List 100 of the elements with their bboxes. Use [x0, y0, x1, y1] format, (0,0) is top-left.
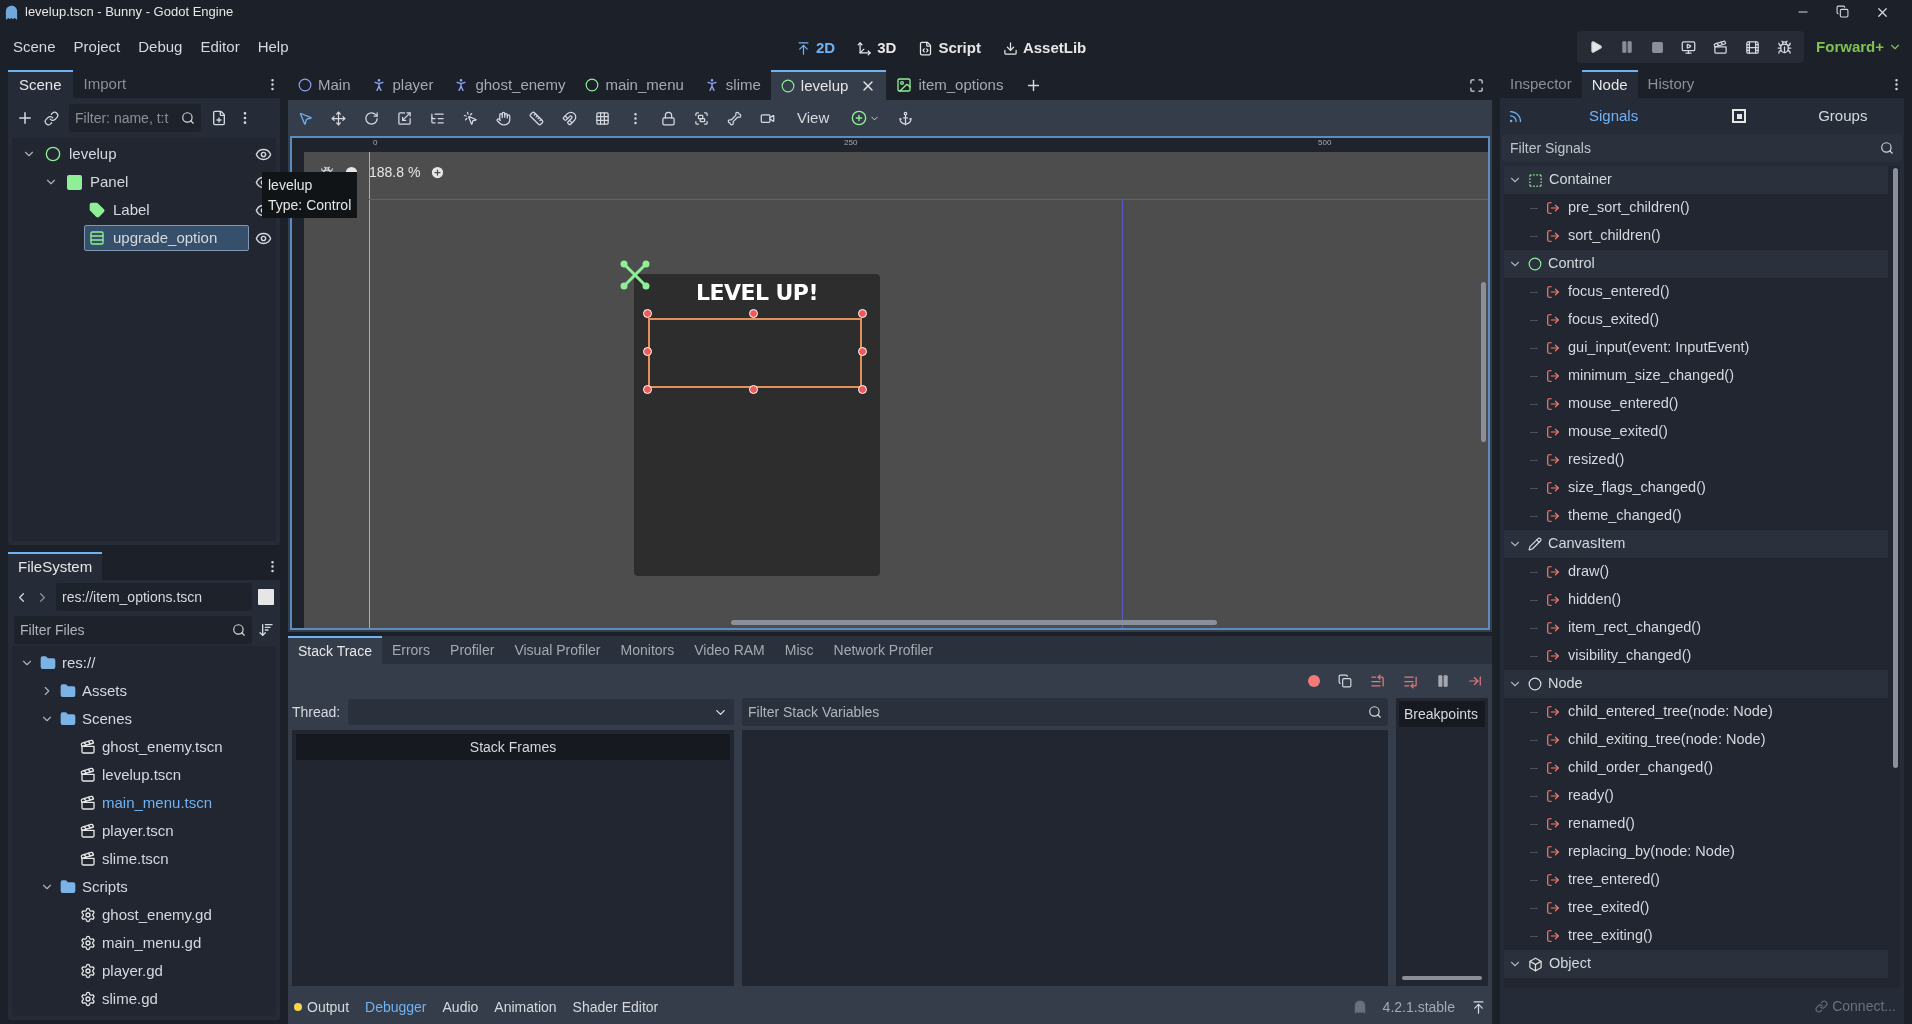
debug-panel-tab[interactable]: Errors [381, 636, 441, 664]
play-icon[interactable] [1589, 40, 1604, 54]
tree-item[interactable]: Panel [62, 169, 249, 195]
signal-item[interactable]: child_exiting_tree(node: Node) [1568, 729, 1766, 751]
stop-icon[interactable] [1651, 40, 1665, 54]
lock-icon[interactable] [661, 110, 676, 126]
menu-item[interactable]: Scene [6, 31, 63, 63]
file-name[interactable]: main_menu.gd [102, 931, 202, 955]
file-name[interactable]: levelup.tscn [102, 763, 182, 787]
file-name[interactable]: Assets [82, 679, 127, 703]
editor-tab[interactable]: levelup [770, 70, 887, 100]
signal-class-row[interactable]: Node [1504, 670, 1888, 698]
signal-item[interactable]: size_flags_changed() [1568, 477, 1706, 499]
signal-item[interactable]: renamed() [1568, 813, 1635, 835]
debug-panel-tab[interactable]: Visual Profiler [504, 636, 611, 664]
play-scene-icon[interactable] [1713, 39, 1729, 55]
move-tool-icon[interactable] [331, 110, 346, 126]
workspace-tab[interactable]: 2D [790, 34, 842, 63]
bottom-panel-tab[interactable]: Audio [442, 996, 479, 1018]
anchor-icon[interactable] [898, 110, 914, 126]
file-name[interactable]: res:// [62, 651, 96, 675]
snap-icon[interactable] [562, 110, 577, 126]
editor-tab[interactable]: slime [693, 70, 771, 100]
record-icon[interactable] [1308, 675, 1320, 687]
bottom-panel-tab[interactable]: Output [294, 996, 350, 1018]
signal-item[interactable]: ready() [1568, 785, 1614, 807]
signal-item[interactable]: visibility_changed() [1568, 645, 1692, 667]
sort-icon[interactable] [258, 622, 274, 638]
selection-rect[interactable] [648, 318, 862, 388]
bottom-panel-tab[interactable]: Animation [494, 996, 557, 1018]
horizontal-scrollbar[interactable] [1402, 976, 1482, 980]
dock-tab[interactable]: FileSystem [8, 552, 103, 580]
copy-icon[interactable] [1338, 674, 1352, 688]
debug-panel-tab[interactable]: Network Profiler [823, 636, 944, 664]
dock-tab[interactable]: Inspector [1500, 70, 1582, 98]
file-name[interactable]: slime.tscn [102, 847, 169, 871]
signal-item[interactable]: tree_exited() [1568, 897, 1650, 919]
dock-tab[interactable]: History [1637, 70, 1705, 98]
signal-item[interactable]: focus_exited() [1568, 309, 1660, 331]
signal-item[interactable]: draw() [1568, 561, 1610, 583]
menu-item[interactable]: Debug [131, 31, 190, 63]
signal-item[interactable]: mouse_exited() [1568, 421, 1668, 443]
scale-tool-icon[interactable] [397, 110, 412, 126]
signal-class-row[interactable]: CanvasItem [1504, 530, 1888, 558]
signal-item[interactable]: tree_exiting() [1568, 925, 1653, 947]
signal-item[interactable]: child_entered_tree(node: Node) [1568, 701, 1773, 723]
fullscreen-icon[interactable] [1469, 78, 1484, 93]
dock-tab[interactable]: Node [1581, 70, 1638, 98]
vertical-scrollbar[interactable] [1481, 282, 1486, 442]
workspace-tab[interactable]: Script [912, 34, 987, 63]
break-icon[interactable] [1436, 674, 1450, 688]
list-select-icon[interactable] [430, 110, 445, 126]
file-name[interactable]: player.tscn [102, 819, 174, 843]
signal-icon[interactable] [1508, 108, 1523, 124]
dock-tab[interactable]: Import [72, 70, 138, 98]
bottom-panel-tab[interactable]: Shader Editor [572, 996, 659, 1018]
signal-item[interactable]: mouse_entered() [1568, 393, 1679, 415]
add-node-icon[interactable] [16, 109, 34, 127]
menu-item[interactable]: Help [250, 31, 296, 63]
renderer-dropdown[interactable]: Forward+ [1816, 35, 1906, 59]
debug-panel-tab[interactable]: Monitors [610, 636, 685, 664]
path-field[interactable]: res://item_options.tscn [56, 583, 252, 611]
resize-handle[interactable] [858, 309, 867, 318]
zoom-in-icon[interactable] [430, 165, 446, 180]
signal-class-row[interactable]: Container [1504, 166, 1888, 194]
pivot-icon[interactable] [620, 260, 650, 290]
grid-icon[interactable] [595, 110, 610, 126]
filter-field[interactable]: Filter: name, t:t [69, 104, 201, 132]
debug-panel-tab[interactable]: Stack Trace [288, 636, 382, 664]
signal-item[interactable]: resized() [1568, 449, 1625, 471]
tree-item[interactable]: levelup [40, 141, 249, 167]
signal-item[interactable]: replacing_by(node: Node) [1568, 841, 1735, 863]
resize-handle[interactable] [749, 309, 758, 318]
group-icon[interactable] [694, 110, 709, 126]
dock-tab[interactable]: Scene [8, 70, 73, 98]
resize-handle[interactable] [643, 309, 652, 318]
workspace-tab[interactable]: 3D [851, 34, 903, 63]
signal-item[interactable]: gui_input(event: InputEvent) [1568, 337, 1750, 359]
file-name[interactable]: Scenes [82, 707, 133, 731]
file-name[interactable]: Scripts [82, 875, 128, 899]
editor-tab[interactable]: player [360, 70, 444, 100]
toggle-split-icon[interactable] [258, 589, 274, 605]
editor-tab[interactable]: Main [288, 70, 361, 100]
file-name[interactable]: slime.gd [102, 987, 158, 1011]
continue-icon[interactable] [1468, 674, 1482, 688]
remote-debug-icon[interactable] [1681, 39, 1697, 55]
editor-tab[interactable]: ghost_enemy [443, 70, 576, 100]
file-name[interactable]: main_menu.tscn [102, 791, 213, 815]
groups-tab[interactable]: Groups [1818, 104, 1868, 128]
editor-tab[interactable]: item_options [886, 70, 1014, 100]
signal-item[interactable]: hidden() [1568, 589, 1622, 611]
resize-handle[interactable] [643, 347, 652, 356]
filter-field[interactable]: Filter Stack Variables [742, 698, 1388, 726]
editor-tab[interactable]: main_menu [575, 70, 694, 100]
signal-item[interactable]: child_order_changed() [1568, 757, 1714, 779]
menu-item[interactable]: Project [66, 31, 128, 63]
pin-panel-icon[interactable] [1471, 999, 1486, 1015]
play-custom-scene-icon[interactable] [1745, 39, 1761, 55]
signal-item[interactable]: item_rect_changed() [1568, 617, 1701, 639]
signal-item[interactable]: focus_entered() [1568, 281, 1670, 303]
